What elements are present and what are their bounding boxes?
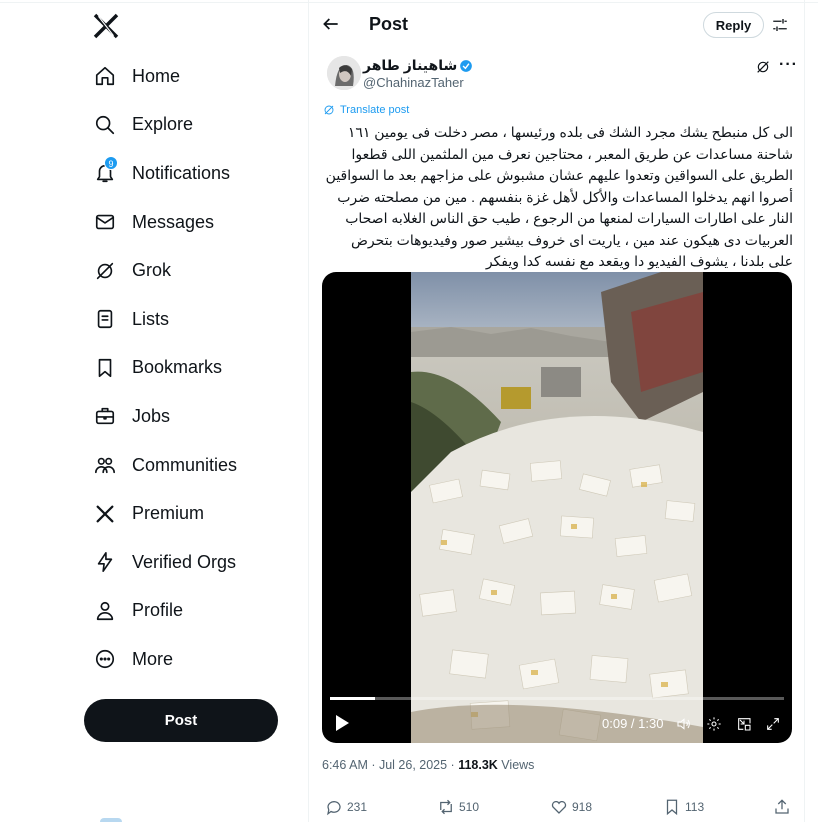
- lightning-icon: [94, 551, 116, 573]
- nav-explore-label: Explore: [132, 114, 194, 135]
- heart-icon: [551, 800, 567, 814]
- main-column: Post Reply شاهيناز طاهر @ChahinazTaher ·…: [308, 0, 805, 822]
- verified-badge-icon: [460, 59, 473, 72]
- back-arrow-icon[interactable]: [321, 14, 341, 34]
- nav-premium[interactable]: Premium: [84, 489, 304, 538]
- share-icon: [775, 799, 789, 814]
- account-switcher-avatar[interactable]: [100, 818, 122, 822]
- briefcase-icon: [94, 405, 116, 427]
- communities-icon: [94, 454, 116, 476]
- post-timestamp[interactable]: 6:46 AM · Jul 26, 2025 ·: [322, 758, 458, 772]
- picture-in-picture-icon[interactable]: [736, 716, 752, 732]
- x-logo-icon: [94, 503, 116, 525]
- avatar[interactable]: [327, 56, 361, 90]
- share-action[interactable]: [773, 798, 795, 816]
- search-icon: [94, 114, 116, 136]
- grok-icon: [94, 260, 116, 282]
- bell-icon: 9: [94, 156, 118, 184]
- nav-communities[interactable]: Communities: [84, 441, 304, 490]
- nav-verified-orgs[interactable]: Verified Orgs: [84, 538, 304, 587]
- video-progress-fill: [330, 697, 376, 700]
- sliders-icon[interactable]: [771, 16, 789, 34]
- play-icon[interactable]: [334, 714, 350, 732]
- author-name[interactable]: شاهيناز طاهر: [363, 57, 457, 74]
- post-compose-button[interactable]: Post: [84, 699, 278, 742]
- like-action[interactable]: 918: [550, 798, 592, 816]
- volume-icon[interactable]: [676, 716, 692, 732]
- nav-jobs-label: Jobs: [132, 405, 171, 426]
- page-title: Post: [369, 14, 409, 34]
- nav-jobs[interactable]: Jobs: [84, 392, 304, 441]
- list-icon: [94, 308, 116, 330]
- nav-profile[interactable]: Profile: [84, 587, 304, 636]
- translate-post-link[interactable]: Translate post: [323, 104, 409, 116]
- nav-home[interactable]: Home: [84, 52, 304, 101]
- nav-grok[interactable]: Grok: [84, 246, 304, 295]
- video-progress-bar[interactable]: [330, 697, 784, 700]
- translate-icon: [324, 105, 334, 115]
- nav-communities-label: Communities: [132, 454, 238, 475]
- nav-verified-orgs-label: Verified Orgs: [132, 551, 237, 572]
- more-circle-icon: [94, 648, 116, 670]
- x-logo-icon[interactable]: [92, 12, 120, 40]
- reply-button[interactable]: Reply: [703, 12, 764, 38]
- nav-lists[interactable]: Lists: [84, 295, 304, 344]
- video-time: 0:09 / 1:30: [602, 716, 664, 731]
- nav-grok-label: Grok: [132, 260, 172, 281]
- fullscreen-icon[interactable]: [765, 716, 781, 732]
- video-player[interactable]: 0:09 / 1:30: [322, 272, 792, 743]
- nav-bookmarks[interactable]: Bookmarks: [84, 344, 304, 393]
- post-metadata: 6:46 AM · Jul 26, 2025 · 118.3K Views: [322, 758, 534, 772]
- grok-explain-icon[interactable]: [755, 59, 771, 75]
- reply-bubble-icon: [327, 801, 341, 816]
- bookmark-count: 113: [685, 800, 705, 814]
- person-icon: [94, 600, 116, 622]
- nav-profile-label: Profile: [132, 600, 184, 621]
- video-frame: [411, 272, 703, 743]
- repost-count: 510: [459, 800, 480, 814]
- more-options-icon[interactable]: ···: [779, 56, 798, 74]
- nav-home-label: Home: [132, 65, 181, 86]
- left-sidebar: Home Explore 9 Notifications Messages Gr…: [0, 0, 308, 822]
- home-icon: [94, 65, 116, 87]
- nav-more[interactable]: More: [84, 635, 304, 684]
- post-author: شاهيناز طاهر @ChahinazTaher ···: [327, 56, 797, 92]
- post-header: Post Reply: [309, 0, 806, 50]
- nav-notifications[interactable]: 9 Notifications: [84, 149, 304, 198]
- settings-gear-icon[interactable]: [706, 716, 722, 732]
- nav-premium-label: Premium: [132, 503, 205, 524]
- translate-post-label: Translate post: [340, 104, 410, 116]
- author-name-row: شاهيناز طاهر: [363, 57, 473, 74]
- bookmark-action[interactable]: 113: [663, 798, 704, 816]
- reply-action[interactable]: 231: [325, 798, 367, 816]
- author-handle[interactable]: @ChahinazTaher: [363, 75, 464, 90]
- post-body-text: الى كل منبطح يشك مجرد الشك فى بلده ورئيس…: [325, 124, 793, 269]
- views-count: 118.3K: [458, 758, 498, 772]
- nav-bookmarks-label: Bookmarks: [132, 357, 223, 378]
- repost-action[interactable]: 510: [437, 798, 479, 816]
- post-actions: 231 510 918 113: [325, 798, 795, 820]
- nav-notifications-label: Notifications: [132, 162, 231, 183]
- nav-messages-label: Messages: [132, 211, 215, 232]
- nav-explore[interactable]: Explore: [84, 101, 304, 150]
- nav-lists-label: Lists: [132, 308, 170, 329]
- repost-icon: [440, 799, 452, 815]
- views-label: Views: [497, 758, 535, 772]
- nav-more-label: More: [132, 648, 174, 669]
- reply-count: 231: [347, 800, 368, 814]
- like-count: 918: [572, 800, 593, 814]
- nav-messages[interactable]: Messages: [84, 198, 304, 247]
- envelope-icon: [94, 211, 116, 233]
- bookmark-icon: [666, 799, 678, 816]
- bookmark-icon: [94, 357, 116, 379]
- primary-nav: Home Explore 9 Notifications Messages Gr…: [84, 52, 304, 684]
